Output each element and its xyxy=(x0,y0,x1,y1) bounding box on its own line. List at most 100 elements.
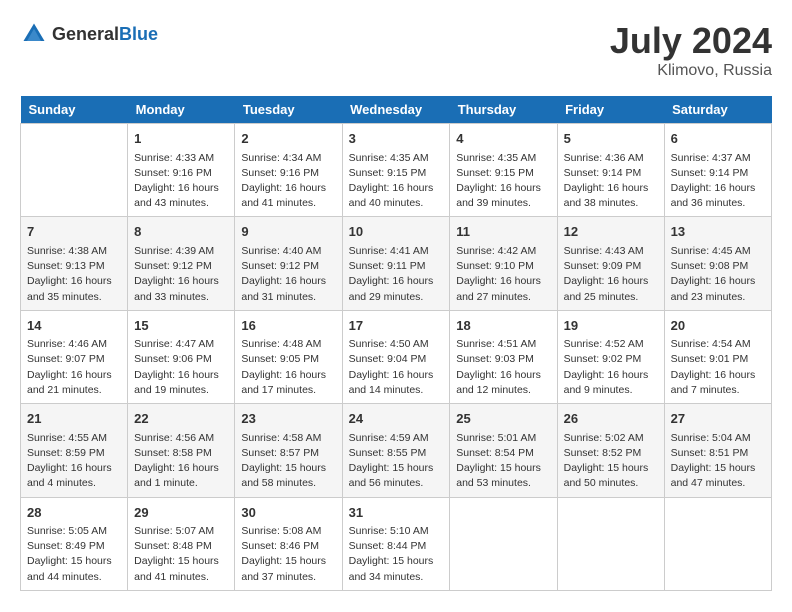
cell-sun-info: Sunrise: 4:54 AM Sunset: 9:01 PM Dayligh… xyxy=(671,337,765,398)
day-number: 17 xyxy=(349,316,444,336)
logo: GeneralBlue xyxy=(20,20,158,48)
calendar-cell: 25Sunrise: 5:01 AM Sunset: 8:54 PM Dayli… xyxy=(450,404,557,497)
day-number: 5 xyxy=(564,129,658,149)
day-number: 15 xyxy=(134,316,228,336)
logo-general: GeneralBlue xyxy=(52,24,158,45)
calendar-cell xyxy=(450,497,557,590)
calendar-cell xyxy=(21,124,128,217)
calendar-cell: 2Sunrise: 4:34 AM Sunset: 9:16 PM Daylig… xyxy=(235,124,342,217)
day-number: 2 xyxy=(241,129,335,149)
calendar-cell: 15Sunrise: 4:47 AM Sunset: 9:06 PM Dayli… xyxy=(128,310,235,403)
cell-sun-info: Sunrise: 4:59 AM Sunset: 8:55 PM Dayligh… xyxy=(349,431,444,492)
cell-sun-info: Sunrise: 5:08 AM Sunset: 8:46 PM Dayligh… xyxy=(241,524,335,585)
cell-sun-info: Sunrise: 4:36 AM Sunset: 9:14 PM Dayligh… xyxy=(564,151,658,212)
calendar-cell: 20Sunrise: 4:54 AM Sunset: 9:01 PM Dayli… xyxy=(664,310,771,403)
calendar-week-row: 7Sunrise: 4:38 AM Sunset: 9:13 PM Daylig… xyxy=(21,217,772,310)
calendar-cell: 9Sunrise: 4:40 AM Sunset: 9:12 PM Daylig… xyxy=(235,217,342,310)
cell-sun-info: Sunrise: 4:39 AM Sunset: 9:12 PM Dayligh… xyxy=(134,244,228,305)
cell-sun-info: Sunrise: 4:43 AM Sunset: 9:09 PM Dayligh… xyxy=(564,244,658,305)
calendar-week-row: 21Sunrise: 4:55 AM Sunset: 8:59 PM Dayli… xyxy=(21,404,772,497)
day-header-friday: Friday xyxy=(557,96,664,124)
day-number: 10 xyxy=(349,222,444,242)
calendar-cell: 1Sunrise: 4:33 AM Sunset: 9:16 PM Daylig… xyxy=(128,124,235,217)
calendar-cell: 21Sunrise: 4:55 AM Sunset: 8:59 PM Dayli… xyxy=(21,404,128,497)
cell-sun-info: Sunrise: 4:51 AM Sunset: 9:03 PM Dayligh… xyxy=(456,337,550,398)
calendar-cell xyxy=(557,497,664,590)
day-number: 29 xyxy=(134,503,228,523)
calendar-cell: 12Sunrise: 4:43 AM Sunset: 9:09 PM Dayli… xyxy=(557,217,664,310)
day-number: 26 xyxy=(564,409,658,429)
calendar-cell: 8Sunrise: 4:39 AM Sunset: 9:12 PM Daylig… xyxy=(128,217,235,310)
cell-sun-info: Sunrise: 4:34 AM Sunset: 9:16 PM Dayligh… xyxy=(241,151,335,212)
day-number: 8 xyxy=(134,222,228,242)
cell-sun-info: Sunrise: 4:50 AM Sunset: 9:04 PM Dayligh… xyxy=(349,337,444,398)
cell-sun-info: Sunrise: 4:42 AM Sunset: 9:10 PM Dayligh… xyxy=(456,244,550,305)
day-number: 23 xyxy=(241,409,335,429)
calendar-cell: 18Sunrise: 4:51 AM Sunset: 9:03 PM Dayli… xyxy=(450,310,557,403)
cell-sun-info: Sunrise: 4:55 AM Sunset: 8:59 PM Dayligh… xyxy=(27,431,121,492)
cell-sun-info: Sunrise: 5:01 AM Sunset: 8:54 PM Dayligh… xyxy=(456,431,550,492)
day-number: 3 xyxy=(349,129,444,149)
day-number: 12 xyxy=(564,222,658,242)
calendar-cell: 19Sunrise: 4:52 AM Sunset: 9:02 PM Dayli… xyxy=(557,310,664,403)
title-block: July 2024 Klimovo, Russia xyxy=(610,20,772,80)
cell-sun-info: Sunrise: 4:48 AM Sunset: 9:05 PM Dayligh… xyxy=(241,337,335,398)
day-number: 19 xyxy=(564,316,658,336)
calendar-cell: 22Sunrise: 4:56 AM Sunset: 8:58 PM Dayli… xyxy=(128,404,235,497)
calendar-cell: 14Sunrise: 4:46 AM Sunset: 9:07 PM Dayli… xyxy=(21,310,128,403)
cell-sun-info: Sunrise: 4:35 AM Sunset: 9:15 PM Dayligh… xyxy=(456,151,550,212)
calendar-cell: 10Sunrise: 4:41 AM Sunset: 9:11 PM Dayli… xyxy=(342,217,450,310)
calendar-cell: 13Sunrise: 4:45 AM Sunset: 9:08 PM Dayli… xyxy=(664,217,771,310)
cell-sun-info: Sunrise: 4:35 AM Sunset: 9:15 PM Dayligh… xyxy=(349,151,444,212)
day-number: 21 xyxy=(27,409,121,429)
day-number: 13 xyxy=(671,222,765,242)
cell-sun-info: Sunrise: 4:41 AM Sunset: 9:11 PM Dayligh… xyxy=(349,244,444,305)
cell-sun-info: Sunrise: 4:58 AM Sunset: 8:57 PM Dayligh… xyxy=(241,431,335,492)
cell-sun-info: Sunrise: 4:56 AM Sunset: 8:58 PM Dayligh… xyxy=(134,431,228,492)
calendar-cell: 16Sunrise: 4:48 AM Sunset: 9:05 PM Dayli… xyxy=(235,310,342,403)
calendar-cell: 24Sunrise: 4:59 AM Sunset: 8:55 PM Dayli… xyxy=(342,404,450,497)
day-number: 9 xyxy=(241,222,335,242)
day-number: 24 xyxy=(349,409,444,429)
cell-sun-info: Sunrise: 4:40 AM Sunset: 9:12 PM Dayligh… xyxy=(241,244,335,305)
cell-sun-info: Sunrise: 4:45 AM Sunset: 9:08 PM Dayligh… xyxy=(671,244,765,305)
cell-sun-info: Sunrise: 5:05 AM Sunset: 8:49 PM Dayligh… xyxy=(27,524,121,585)
calendar-cell: 30Sunrise: 5:08 AM Sunset: 8:46 PM Dayli… xyxy=(235,497,342,590)
day-number: 7 xyxy=(27,222,121,242)
calendar-cell: 23Sunrise: 4:58 AM Sunset: 8:57 PM Dayli… xyxy=(235,404,342,497)
calendar-cell xyxy=(664,497,771,590)
calendar-cell: 26Sunrise: 5:02 AM Sunset: 8:52 PM Dayli… xyxy=(557,404,664,497)
calendar-location: Klimovo, Russia xyxy=(610,62,772,80)
cell-sun-info: Sunrise: 5:04 AM Sunset: 8:51 PM Dayligh… xyxy=(671,431,765,492)
day-number: 1 xyxy=(134,129,228,149)
cell-sun-info: Sunrise: 4:33 AM Sunset: 9:16 PM Dayligh… xyxy=(134,151,228,212)
cell-sun-info: Sunrise: 4:38 AM Sunset: 9:13 PM Dayligh… xyxy=(27,244,121,305)
calendar-cell: 28Sunrise: 5:05 AM Sunset: 8:49 PM Dayli… xyxy=(21,497,128,590)
calendar-cell: 4Sunrise: 4:35 AM Sunset: 9:15 PM Daylig… xyxy=(450,124,557,217)
day-number: 20 xyxy=(671,316,765,336)
calendar-cell: 31Sunrise: 5:10 AM Sunset: 8:44 PM Dayli… xyxy=(342,497,450,590)
cell-sun-info: Sunrise: 4:37 AM Sunset: 9:14 PM Dayligh… xyxy=(671,151,765,212)
calendar-week-row: 1Sunrise: 4:33 AM Sunset: 9:16 PM Daylig… xyxy=(21,124,772,217)
day-number: 27 xyxy=(671,409,765,429)
page-header: GeneralBlue July 2024 Klimovo, Russia xyxy=(20,20,772,80)
cell-sun-info: Sunrise: 4:47 AM Sunset: 9:06 PM Dayligh… xyxy=(134,337,228,398)
day-header-sunday: Sunday xyxy=(21,96,128,124)
day-number: 30 xyxy=(241,503,335,523)
day-header-wednesday: Wednesday xyxy=(342,96,450,124)
day-header-thursday: Thursday xyxy=(450,96,557,124)
calendar-cell: 17Sunrise: 4:50 AM Sunset: 9:04 PM Dayli… xyxy=(342,310,450,403)
calendar-cell: 27Sunrise: 5:04 AM Sunset: 8:51 PM Dayli… xyxy=(664,404,771,497)
day-number: 6 xyxy=(671,129,765,149)
day-number: 14 xyxy=(27,316,121,336)
calendar-week-row: 28Sunrise: 5:05 AM Sunset: 8:49 PM Dayli… xyxy=(21,497,772,590)
day-number: 16 xyxy=(241,316,335,336)
calendar-cell: 29Sunrise: 5:07 AM Sunset: 8:48 PM Dayli… xyxy=(128,497,235,590)
calendar-cell: 5Sunrise: 4:36 AM Sunset: 9:14 PM Daylig… xyxy=(557,124,664,217)
calendar-cell: 6Sunrise: 4:37 AM Sunset: 9:14 PM Daylig… xyxy=(664,124,771,217)
day-number: 25 xyxy=(456,409,550,429)
day-number: 4 xyxy=(456,129,550,149)
cell-sun-info: Sunrise: 4:46 AM Sunset: 9:07 PM Dayligh… xyxy=(27,337,121,398)
cell-sun-info: Sunrise: 5:07 AM Sunset: 8:48 PM Dayligh… xyxy=(134,524,228,585)
cell-sun-info: Sunrise: 5:10 AM Sunset: 8:44 PM Dayligh… xyxy=(349,524,444,585)
